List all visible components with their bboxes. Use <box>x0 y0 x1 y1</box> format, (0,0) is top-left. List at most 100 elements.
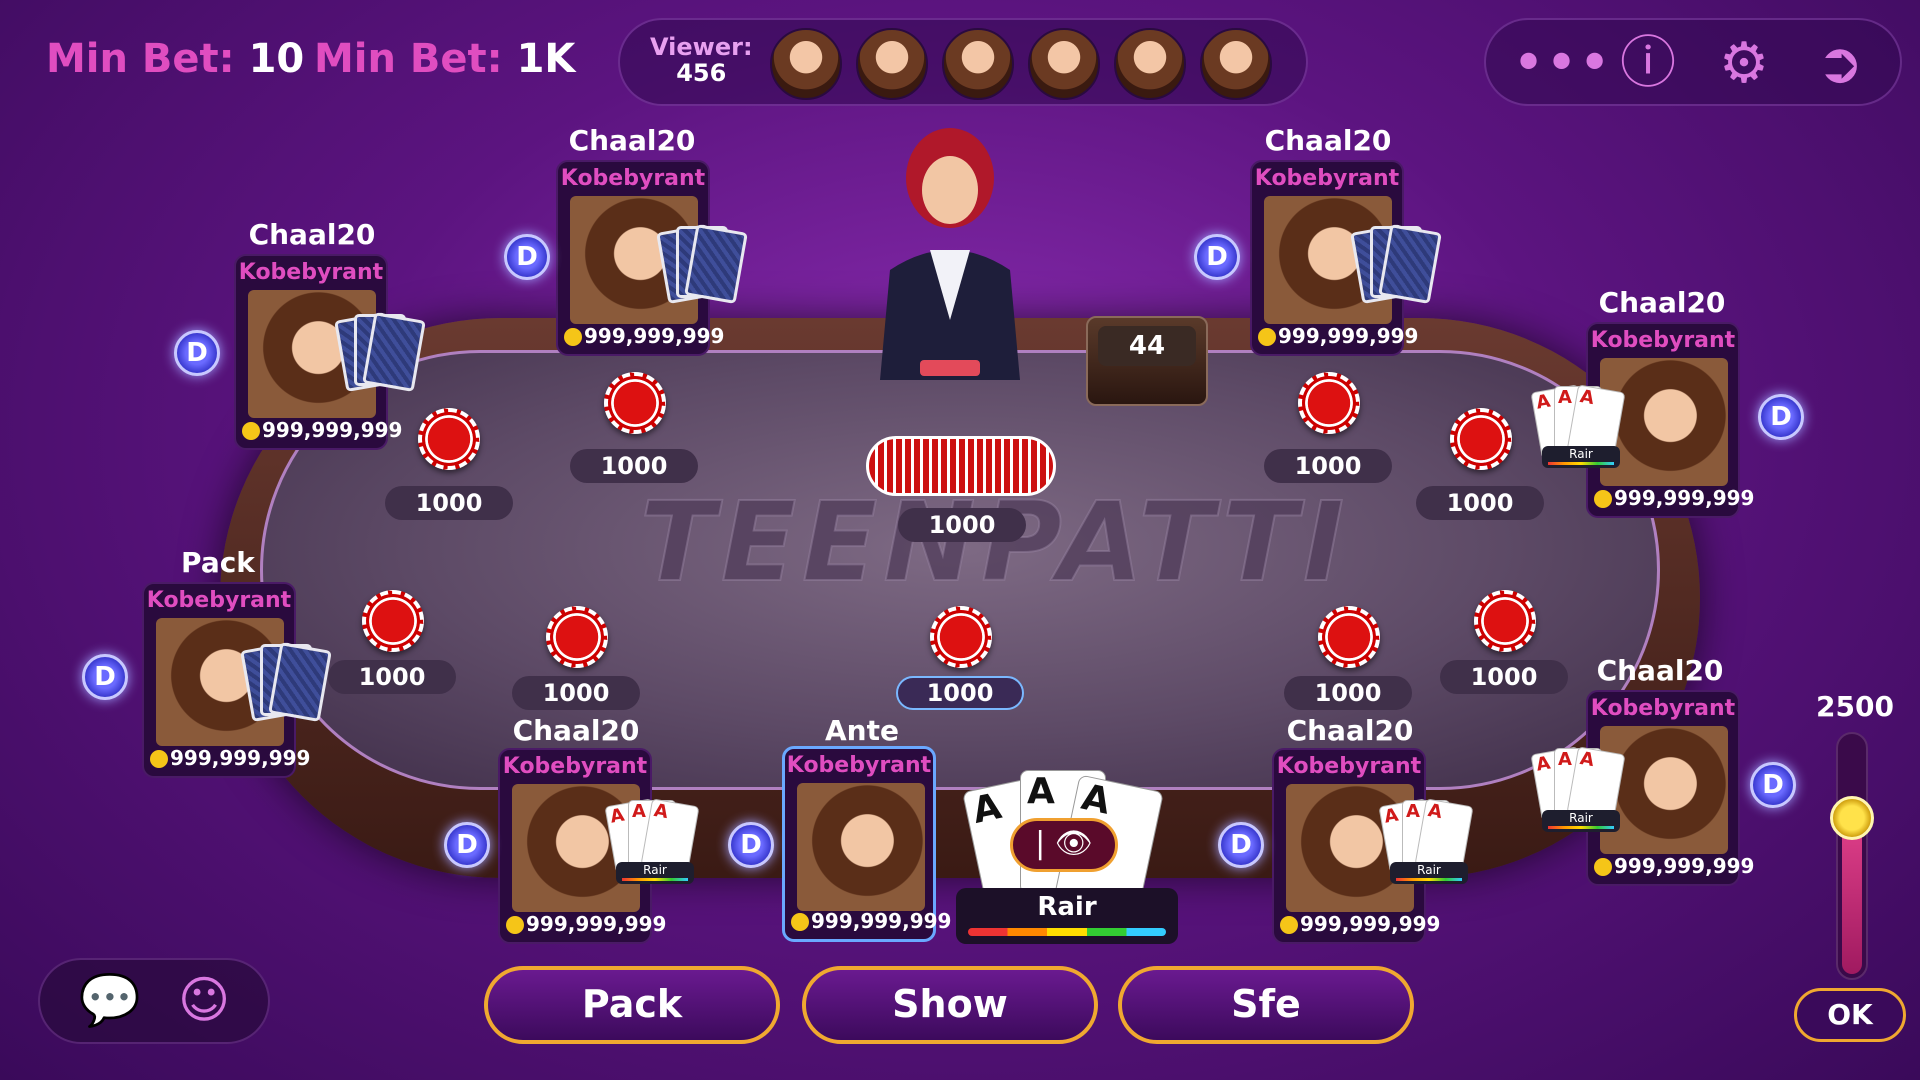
coin-icon <box>1594 858 1612 876</box>
dealer-chip: D <box>1750 762 1796 808</box>
dealer-chip: D <box>1758 394 1804 440</box>
bet-amount: 1000 <box>1416 486 1544 520</box>
dealer-chip: D <box>1194 234 1240 280</box>
bet-chip <box>604 372 666 434</box>
min-bet-2: Min Bet: 1K <box>314 36 576 82</box>
player-name: Kobebyrant <box>1276 754 1422 779</box>
hidden-cards <box>334 310 432 392</box>
deck-count: 44 <box>1098 326 1196 366</box>
viewer-avatar[interactable] <box>1200 28 1272 100</box>
viewer-avatar[interactable] <box>1028 28 1100 100</box>
bet-amount: 1000 <box>328 660 456 694</box>
emoji-icon[interactable]: ☺ <box>164 970 244 1030</box>
see-cards-button[interactable]: | 👁 <box>1010 818 1118 872</box>
coin-icon <box>150 750 168 768</box>
hand-rank-tag: Rair <box>616 862 694 884</box>
hand-rank-tag: Rair <box>1390 862 1468 884</box>
more-icon[interactable]: ••• <box>1512 34 1611 94</box>
player-coins: 999,999,999 <box>242 418 402 442</box>
bet-chip <box>1298 372 1360 434</box>
bet-amount: 1000 <box>512 676 640 710</box>
player-coins: 999,999,999 <box>150 746 310 770</box>
player-coins: 999,999,999 <box>1594 854 1754 878</box>
bet-slider-handle[interactable] <box>1830 796 1874 840</box>
player-coins: 999,999,999 <box>1280 912 1440 936</box>
seat-status: Chaal20 <box>248 218 376 251</box>
avatar <box>797 783 925 911</box>
chat-icon[interactable]: 💬 <box>70 970 150 1030</box>
menu-bar: ••• ⓘ ⚙ ➲ <box>1484 18 1902 106</box>
pack-button[interactable]: Pack <box>484 966 780 1044</box>
coin-icon <box>506 916 524 934</box>
dealer-chip: D <box>1218 822 1264 868</box>
bet-chip <box>1318 606 1380 668</box>
seat-status: Pack <box>181 546 255 579</box>
hand-rank-tag: Rair <box>1542 446 1620 468</box>
bet-amount: 1000 <box>385 486 513 520</box>
viewer-avatar[interactable] <box>1114 28 1186 100</box>
player-name: Kobebyrant <box>502 754 648 779</box>
player-name: Kobebyrant <box>1590 696 1736 721</box>
viewer-label: Viewer: 456 <box>650 33 753 87</box>
bet-amount: 1000 <box>1264 449 1392 483</box>
coin-icon <box>791 913 809 931</box>
player-coins: 999,999,999 <box>1258 324 1418 348</box>
player-coins: 999,999,999 <box>791 909 951 933</box>
bet-chip <box>1474 590 1536 652</box>
show-button[interactable]: Show <box>802 966 1098 1044</box>
player-coins: 999,999,999 <box>564 324 724 348</box>
player-name: Kobebyrant <box>238 260 384 285</box>
dealer-chip: D <box>444 822 490 868</box>
ok-button[interactable]: OK <box>1794 988 1906 1042</box>
player-coins: 999,999,999 <box>506 912 666 936</box>
player-name: Kobebyrant <box>146 588 292 613</box>
viewer-avatar[interactable] <box>856 28 928 100</box>
coin-icon <box>1594 490 1612 508</box>
viewer-count: 456 <box>676 59 727 87</box>
gear-icon[interactable]: ⚙ <box>1704 34 1784 94</box>
player-name: Kobebyrant <box>1254 166 1400 191</box>
eye-icon: | 👁 <box>1035 826 1093 861</box>
exit-icon[interactable]: ➲ <box>1800 34 1880 94</box>
bet-chip <box>546 606 608 668</box>
dealer-chip: D <box>82 654 128 700</box>
player-coins: 999,999,999 <box>1594 486 1754 510</box>
bet-amount: 1000 <box>1284 676 1412 710</box>
player-name: Kobebyrant <box>786 753 932 778</box>
coin-icon <box>564 328 582 346</box>
player-name: Kobebyrant <box>1590 328 1736 353</box>
bet-slider-value: 2500 <box>1816 690 1894 723</box>
seat-status: Chaal20 <box>1598 286 1726 319</box>
coin-icon <box>1258 328 1276 346</box>
min-bet-1: Min Bet: 10 <box>46 36 305 82</box>
viewers-bar: Viewer: 456 <box>618 18 1308 106</box>
bet-chip <box>418 408 480 470</box>
seat-status: Ante <box>825 714 899 747</box>
seat-status: Chaal20 <box>568 124 696 157</box>
viewer-avatar[interactable] <box>942 28 1014 100</box>
my-seat[interactable]: Kobebyrant 999,999,999 <box>782 746 951 942</box>
seat-status: Chaal20 <box>1264 124 1392 157</box>
help-icon[interactable]: ⓘ <box>1608 34 1688 94</box>
chat-bar: 💬 ☺ <box>38 958 270 1044</box>
bet-amount: 1000 <box>1440 660 1568 694</box>
deck-box: 44 <box>1086 316 1208 406</box>
bet-chip <box>362 590 424 652</box>
player-name: Kobebyrant <box>560 166 706 191</box>
bet-chip <box>1450 408 1512 470</box>
seat-status: Chaal20 <box>1286 714 1414 747</box>
bet-chip <box>930 606 992 668</box>
dealer-chip: D <box>728 822 774 868</box>
coin-icon <box>1280 916 1298 934</box>
dealer-chip: D <box>504 234 550 280</box>
table-logo: TEENPATTI <box>639 477 1351 607</box>
bet-amount: 1000 <box>570 449 698 483</box>
viewer-avatar[interactable] <box>770 28 842 100</box>
sfe-button[interactable]: Sfe <box>1118 966 1414 1044</box>
my-hand-panel: Rair <box>956 888 1178 944</box>
pot-amount: 1000 <box>898 508 1026 542</box>
hand-strength-bar <box>968 928 1166 936</box>
seat-status: Chaal20 <box>512 714 640 747</box>
seat-status: Chaal20 <box>1596 654 1724 687</box>
dealer-character <box>880 128 1020 380</box>
